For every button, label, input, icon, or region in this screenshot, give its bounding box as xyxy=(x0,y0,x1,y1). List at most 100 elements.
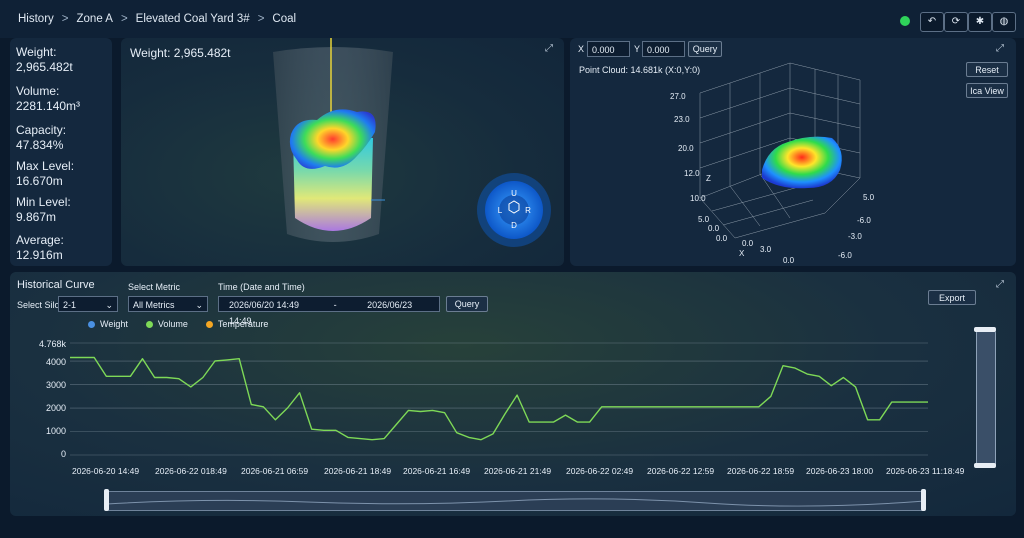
stat-label: Capacity: xyxy=(16,123,67,137)
y-tick: 4000 xyxy=(45,357,66,367)
silo-select[interactable]: 2-1 ⌄ xyxy=(58,296,118,312)
z-tick: 12.0 xyxy=(684,169,700,178)
vertical-range-slider[interactable] xyxy=(976,330,996,468)
z-tick: 10.0 xyxy=(690,194,706,203)
silo-3d-render[interactable]: U D L R xyxy=(121,38,564,266)
stat-value: 12.916m xyxy=(16,248,63,262)
stat-weight: Weight: 2,965.482t xyxy=(16,45,73,75)
breadcrumb-separator: > xyxy=(61,13,69,25)
legend-volume-swatch xyxy=(145,320,153,328)
stat-label: Volume: xyxy=(16,84,60,98)
x-axis-label: X xyxy=(739,249,745,258)
time-range-input[interactable]: 2026/06/20 14:49 - 2026/06/23 14:49 xyxy=(218,296,440,326)
top-bar: History > Zone A > Elevated Coal Yard 3#… xyxy=(0,0,1024,38)
vslider-top-handle[interactable] xyxy=(974,327,996,332)
y-tick: 2000 xyxy=(45,403,66,413)
refresh-icon[interactable]: ⟳ xyxy=(944,12,968,32)
breadcrumb-yard[interactable]: Elevated Coal Yard 3# xyxy=(136,13,250,25)
history-title: Historical Curve xyxy=(17,279,95,291)
x-tick: 2026-06-23 11:18:49 xyxy=(886,466,965,476)
legend-volume[interactable]: Volume xyxy=(145,319,188,329)
z-tick: 20.0 xyxy=(678,144,694,153)
x-tick: 2026-06-22 02:49 xyxy=(566,466,634,476)
stat-max-level: Max Level: 16.670m xyxy=(16,159,74,189)
x-tick: 2026-06-21 21:49 xyxy=(484,466,552,476)
history-query-button[interactable]: Query xyxy=(446,296,488,312)
z-tick: 27.0 xyxy=(670,92,686,101)
stat-average: Average: 12.916m xyxy=(16,233,64,263)
x-tick: 2026-06-22 18:59 xyxy=(727,466,795,476)
y-tick: 1000 xyxy=(45,426,66,436)
metric-select-value: All Metrics xyxy=(133,300,175,310)
range-dash: - xyxy=(333,300,337,310)
legend-temperature[interactable]: Temperature xyxy=(205,319,269,329)
stat-label: Average: xyxy=(16,233,64,247)
legend-weight[interactable]: Weight xyxy=(88,319,128,329)
y-tick: -6.0 xyxy=(838,251,852,260)
breadcrumb-separator: > xyxy=(120,13,128,25)
y-tick: 5.0 xyxy=(863,193,875,202)
z-tick: 23.0 xyxy=(674,115,690,124)
chevron-down-icon: ⌄ xyxy=(105,300,113,310)
expand-icon[interactable]: ⤢ xyxy=(996,279,1004,290)
x-tick: 3.0 xyxy=(760,245,772,254)
x-tick: 2026-06-21 06:59 xyxy=(241,466,309,476)
nav-left-label[interactable]: L xyxy=(498,206,503,215)
legend-temperature-swatch xyxy=(205,320,213,328)
stat-value: 9.867m xyxy=(16,210,57,224)
stat-min-level: Min Level: 9.867m xyxy=(16,195,71,225)
silo-select-label: Select Silo xyxy=(17,300,60,310)
stat-volume: Volume: 2281.140m³ xyxy=(16,84,80,114)
x-tick: 0.0 xyxy=(708,224,720,233)
vslider-bottom-handle[interactable] xyxy=(974,463,996,468)
y-tick: 3000 xyxy=(45,380,66,390)
breadcrumb-separator: > xyxy=(257,13,265,25)
x-tick: 0.0 xyxy=(742,239,754,248)
point-cloud-surface xyxy=(762,136,842,189)
silo-select-value: 2-1 xyxy=(63,300,77,310)
stat-label: Max Level: xyxy=(16,159,75,173)
export-button[interactable]: Export xyxy=(928,290,976,305)
breadcrumb-zone[interactable]: Zone A xyxy=(77,13,113,25)
legend-label: Volume xyxy=(157,319,188,329)
point-cloud-plot[interactable]: 27.0 23.0 20.0 12.0 10.0 5.0 Z 0.0 0.0 0… xyxy=(570,38,1016,266)
slider-left-handle[interactable] xyxy=(104,489,109,511)
undo-icon[interactable]: ↶ xyxy=(920,12,944,32)
legend-label: Temperature xyxy=(217,319,269,329)
settings-icon[interactable]: ✱ xyxy=(968,12,992,32)
y-tick: -3.0 xyxy=(848,232,862,241)
nav-up-label[interactable]: U xyxy=(511,189,517,198)
x-tick: 2026-06-21 18:49 xyxy=(324,466,392,476)
breadcrumb-material: Coal xyxy=(272,13,297,25)
stat-label: Weight: xyxy=(16,45,57,59)
breadcrumb-history[interactable]: History xyxy=(18,13,54,25)
chart-legend: Weight Volume Temperature xyxy=(88,319,268,329)
legend-label: Weight xyxy=(100,319,128,329)
metric-select-label: Select Metric xyxy=(128,282,181,292)
chevron-down-icon: ⌄ xyxy=(195,300,203,310)
time-range-label: Time (Date and Time) xyxy=(218,282,305,292)
nav-down-label[interactable]: D xyxy=(511,221,517,230)
slider-right-handle[interactable] xyxy=(921,489,926,511)
metric-select[interactable]: All Metrics ⌄ xyxy=(128,296,208,312)
y-tick: 0 xyxy=(60,449,66,459)
x-tick: 2026-06-21 16:49 xyxy=(403,466,471,476)
z-axis-label: Z xyxy=(706,174,711,183)
x-tick: 2026-06-20 14:49 xyxy=(72,466,140,476)
stat-value: 2281.140m³ xyxy=(16,99,81,113)
start-time: 2026/06/20 14:49 xyxy=(229,300,300,310)
connection-status-dot xyxy=(900,16,910,26)
stat-capacity: Capacity: 47.834% xyxy=(16,123,66,153)
x-tick: 2026-06-22 018:49 xyxy=(155,466,227,476)
z-tick: 5.0 xyxy=(698,215,710,224)
x-tick: 2026-06-23 18:00 xyxy=(806,466,874,476)
stat-value: 16.670m xyxy=(16,174,63,188)
nav-right-label[interactable]: R xyxy=(525,206,531,215)
y-tick-top: 4.768k xyxy=(38,339,66,349)
breadcrumb: History > Zone A > Elevated Coal Yard 3#… xyxy=(18,13,296,25)
globe-icon[interactable]: ◍ xyxy=(992,12,1016,32)
x-tick: 2026-06-22 12:59 xyxy=(647,466,715,476)
stat-label: Min Level: xyxy=(16,195,71,209)
stat-value: 2,965.482t xyxy=(16,60,73,74)
time-range-slider[interactable] xyxy=(106,491,926,511)
